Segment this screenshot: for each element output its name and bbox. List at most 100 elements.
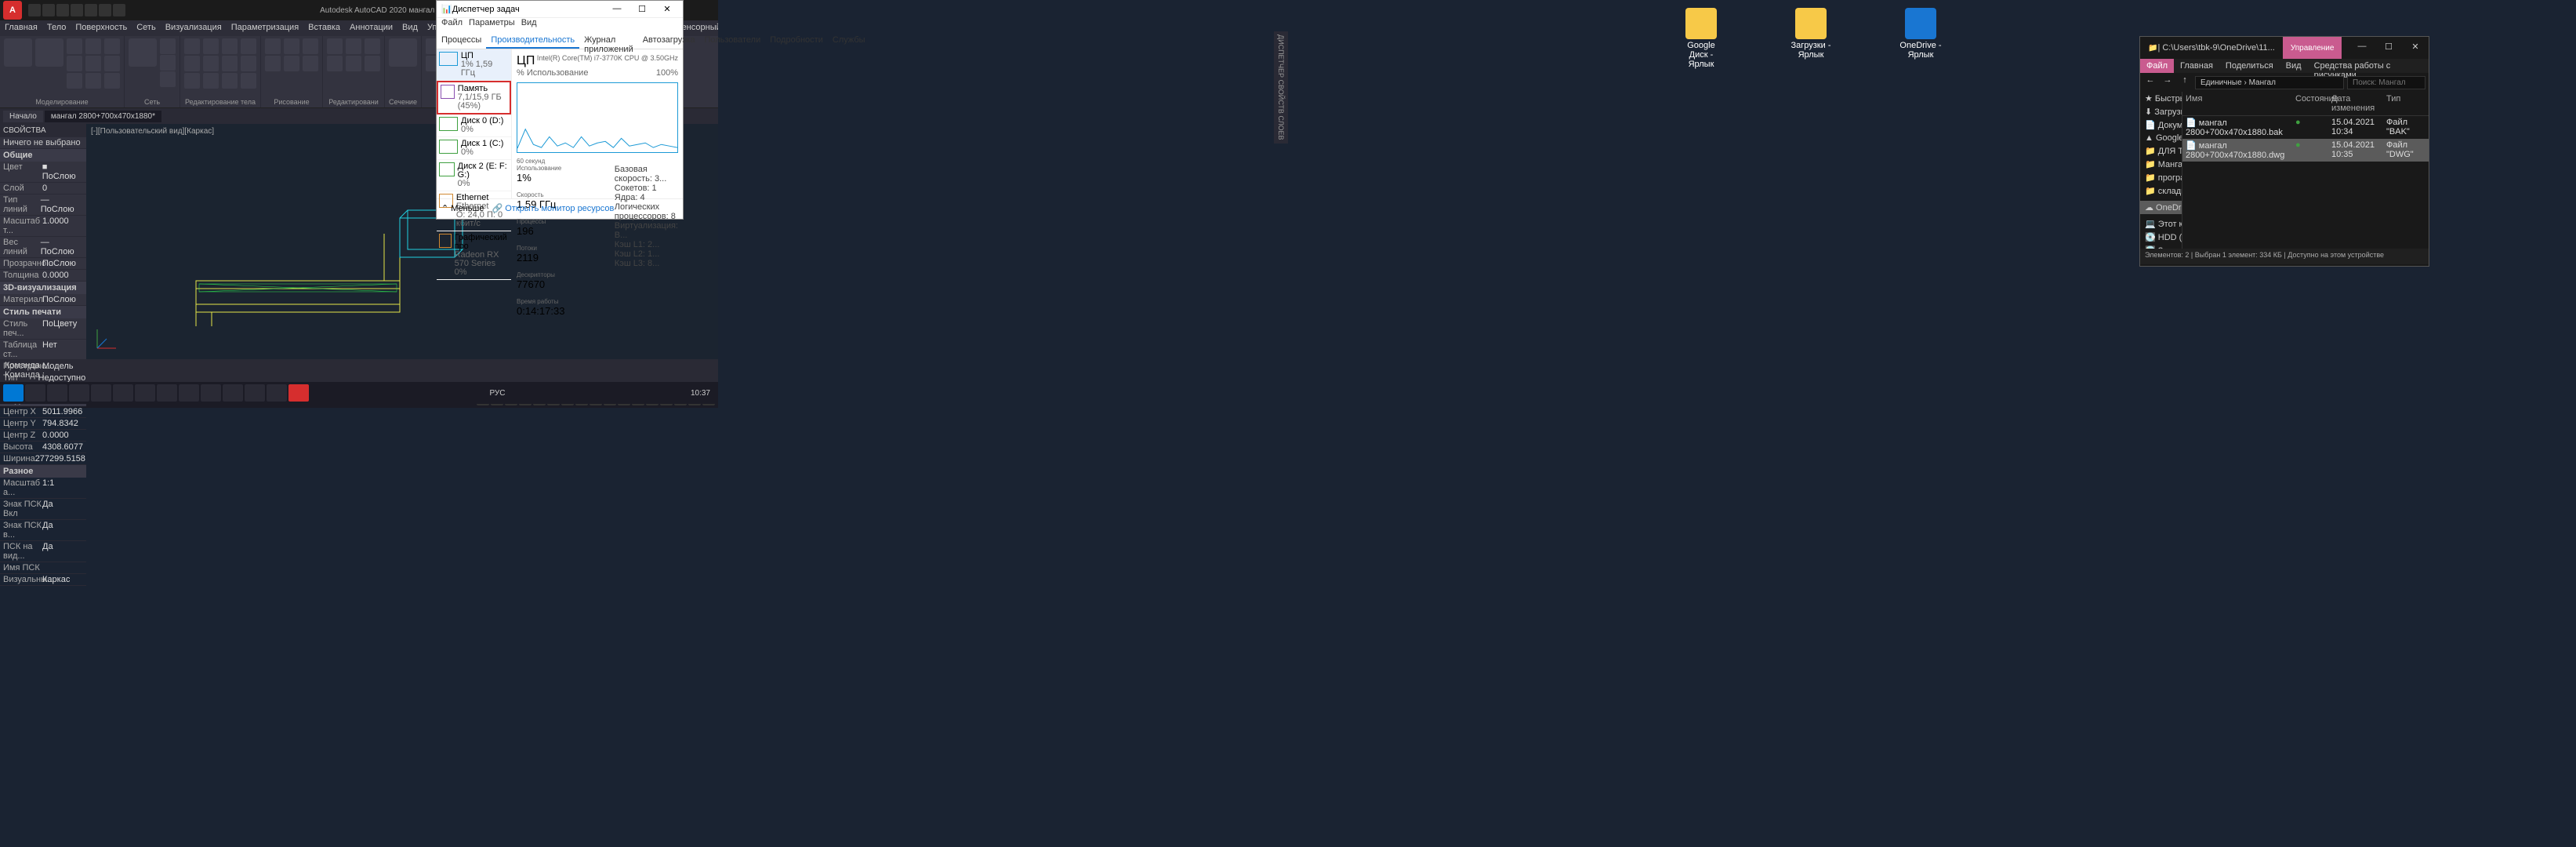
tree-item[interactable]: 📄 Документы <box>2140 118 2182 132</box>
menu-item[interactable]: Вид <box>521 18 537 32</box>
file-explorer-window[interactable]: 📁 | C:\Users\tbk-9\OneDrive\11... Управл… <box>2139 36 2429 267</box>
tab-services[interactable]: Службы <box>828 32 870 49</box>
props-row[interactable]: Центр Z0.0000 <box>0 430 86 442</box>
ribbon-button[interactable] <box>241 56 256 71</box>
props-category[interactable]: 3D-визуализация <box>0 282 86 294</box>
tray-lang[interactable]: РУС <box>484 389 510 398</box>
ribbon-button[interactable] <box>265 56 281 71</box>
explorer-file-list[interactable]: Имя Состояние Дата изменения Тип 📄 манга… <box>2182 92 2429 249</box>
tree-item[interactable]: ☁ OneDrive <box>2140 201 2182 214</box>
task-manager-window[interactable]: 📊 Диспетчер задач —☐✕ ФайлПараметрыВид П… <box>436 0 684 220</box>
tray-time[interactable]: 10:37 <box>686 389 715 398</box>
props-row[interactable]: Вес линий— ПоСлою <box>0 237 86 258</box>
ribbon-button[interactable] <box>346 38 361 54</box>
menu-item[interactable]: Параметры <box>469 18 515 32</box>
tab-details[interactable]: Подробности <box>765 32 828 49</box>
perf-card[interactable]: ЦП1% 1,59 ГГц <box>437 49 511 81</box>
menu-item[interactable]: Тело <box>42 20 71 36</box>
explorer-address-bar[interactable]: ←→↑ Единичные › Мангал <box>2140 73 2429 92</box>
tree-item[interactable]: 📁 программы <box>2140 171 2182 184</box>
tree-item[interactable]: 💽 HDD (D:) <box>2140 231 2182 244</box>
viewport-label[interactable]: [-][Пользовательский вид][Каркас] <box>91 127 214 136</box>
ribbon-button[interactable] <box>184 56 200 71</box>
minimize-button[interactable]: — <box>606 4 628 14</box>
perf-card[interactable]: Диск 2 (E: F: G:)0% <box>437 160 511 191</box>
col-state[interactable]: Состояние <box>2292 92 2328 115</box>
tree-item[interactable]: 💽 Зарезервировано системой <box>2140 244 2182 249</box>
desktop-icon[interactable]: Google Диск - Ярлык <box>1678 8 1725 69</box>
ribbon-tab[interactable]: Главная <box>2174 59 2219 73</box>
tab-startup[interactable]: Автозагрузка <box>638 32 700 49</box>
ribbon-button[interactable] <box>241 73 256 89</box>
explorer-titlebar[interactable]: 📁 | C:\Users\tbk-9\OneDrive\11... Управл… <box>2140 37 2429 59</box>
props-row[interactable]: Стиль печ...ПоЦвету <box>0 318 86 340</box>
taskbar-app[interactable] <box>245 384 265 402</box>
props-row[interactable]: Центр X5011.9966 <box>0 406 86 418</box>
taskbar-app[interactable] <box>201 384 221 402</box>
ribbon-button[interactable] <box>389 38 417 67</box>
ribbon-button[interactable] <box>35 38 63 67</box>
ribbon-button[interactable] <box>104 56 120 71</box>
tab-performance[interactable]: Производительность <box>486 32 579 49</box>
props-row[interactable]: Высота4308.6077 <box>0 442 86 453</box>
ribbon-button[interactable] <box>241 38 256 54</box>
taskbar-app[interactable] <box>157 384 177 402</box>
tree-item[interactable]: 📁 складная 750x1350 <box>2140 184 2182 198</box>
tab-start[interactable]: Начало <box>3 111 43 122</box>
props-row[interactable]: Центр Y794.8342 <box>0 418 86 430</box>
tree-item[interactable]: ⬇ Загрузки <box>2140 105 2182 118</box>
explorer-tree[interactable]: ★ Быстрый доступ⬇ Загрузки📄 Документы▲ G… <box>2140 92 2182 249</box>
ribbon-button[interactable] <box>67 38 82 54</box>
props-category[interactable]: Разное <box>0 465 86 478</box>
ribbon-button[interactable] <box>203 56 219 71</box>
breadcrumb[interactable]: Единичные › Мангал <box>2195 76 2344 89</box>
qat-btn[interactable] <box>56 4 69 16</box>
tree-item[interactable]: ★ Быстрый доступ <box>2140 92 2182 105</box>
ribbon-button[interactable] <box>85 73 101 89</box>
menu-item[interactable]: Поверхность <box>71 20 132 36</box>
ribbon-button[interactable] <box>346 56 361 71</box>
qat-btn[interactable] <box>113 4 125 16</box>
ribbon-tab[interactable]: Средства работы с рисунками <box>2308 59 2429 73</box>
file-row[interactable]: 📄 мангал 2800+700x470x1880.bak●15.04.202… <box>2182 116 2429 139</box>
ribbon-button[interactable] <box>160 55 176 71</box>
close-button[interactable]: ✕ <box>656 4 678 14</box>
ribbon-button[interactable] <box>67 56 82 71</box>
ribbon-button[interactable] <box>327 56 343 71</box>
taskbar-app[interactable] <box>179 384 199 402</box>
taskbar-monitor-1[interactable]: РУС 10:37 <box>0 382 718 404</box>
props-row[interactable]: ПСК на вид...Да <box>0 541 86 562</box>
props-row[interactable]: МатериалПоСлою <box>0 294 86 306</box>
open-resmon-link[interactable]: 🔗 Открыть монитор ресурсов <box>492 203 614 213</box>
props-row[interactable]: Визуальны...Каркас <box>0 574 86 586</box>
menu-item[interactable]: Визуализация <box>161 20 227 36</box>
ribbon-button[interactable] <box>85 38 101 54</box>
nav-back-icon[interactable]: ← <box>2143 75 2157 89</box>
qat-btn[interactable] <box>42 4 55 16</box>
ribbon-button[interactable] <box>265 38 281 54</box>
ribbon-button[interactable] <box>222 73 238 89</box>
menu-item[interactable]: Файл <box>441 18 463 32</box>
props-category[interactable]: Общие <box>0 149 86 162</box>
ribbon-button[interactable] <box>85 56 101 71</box>
tree-item[interactable]: 📁 Мангал <box>2140 158 2182 171</box>
layer-properties-tab[interactable]: ДИСПЕТЧЕР СВОЙСТВ СЛОЕВ <box>1274 31 1288 144</box>
tree-item[interactable]: 💻 Этот компьютер <box>2140 217 2182 231</box>
ribbon-tab-file[interactable]: Файл <box>2140 59 2174 73</box>
task-manager-tabs[interactable]: Процессы Производительность Журнал прило… <box>437 32 683 49</box>
perf-card[interactable]: Графический проRadeon RX 570 Series0% <box>437 231 511 280</box>
ribbon-button[interactable] <box>160 71 176 87</box>
ribbon-button[interactable] <box>184 38 200 54</box>
nav-forward-icon[interactable]: → <box>2161 75 2175 89</box>
properties-palette[interactable]: СВОЙСТВА Ничего не выбрано ОбщиеЦвет■ По… <box>0 124 86 359</box>
props-row[interactable]: Прозрачно...ПоСлою <box>0 258 86 270</box>
file-row[interactable]: 📄 мангал 2800+700x470x1880.dwg●15.04.202… <box>2182 139 2429 162</box>
explorer-ribbon-tabs[interactable]: Файл ГлавнаяПоделитьсяВидСредства работы… <box>2140 59 2429 73</box>
desktop-icon[interactable]: Загрузки - Ярлык <box>1787 8 1834 60</box>
ribbon-button[interactable] <box>327 38 343 54</box>
ribbon-tab[interactable]: Поделиться <box>2219 59 2280 73</box>
ribbon-button[interactable] <box>303 38 318 54</box>
tab-users[interactable]: Пользователи <box>699 32 765 49</box>
tab-apphistory[interactable]: Журнал приложений <box>579 32 638 49</box>
desktop-icon[interactable]: OneDrive - Ярлык <box>1897 8 1944 60</box>
